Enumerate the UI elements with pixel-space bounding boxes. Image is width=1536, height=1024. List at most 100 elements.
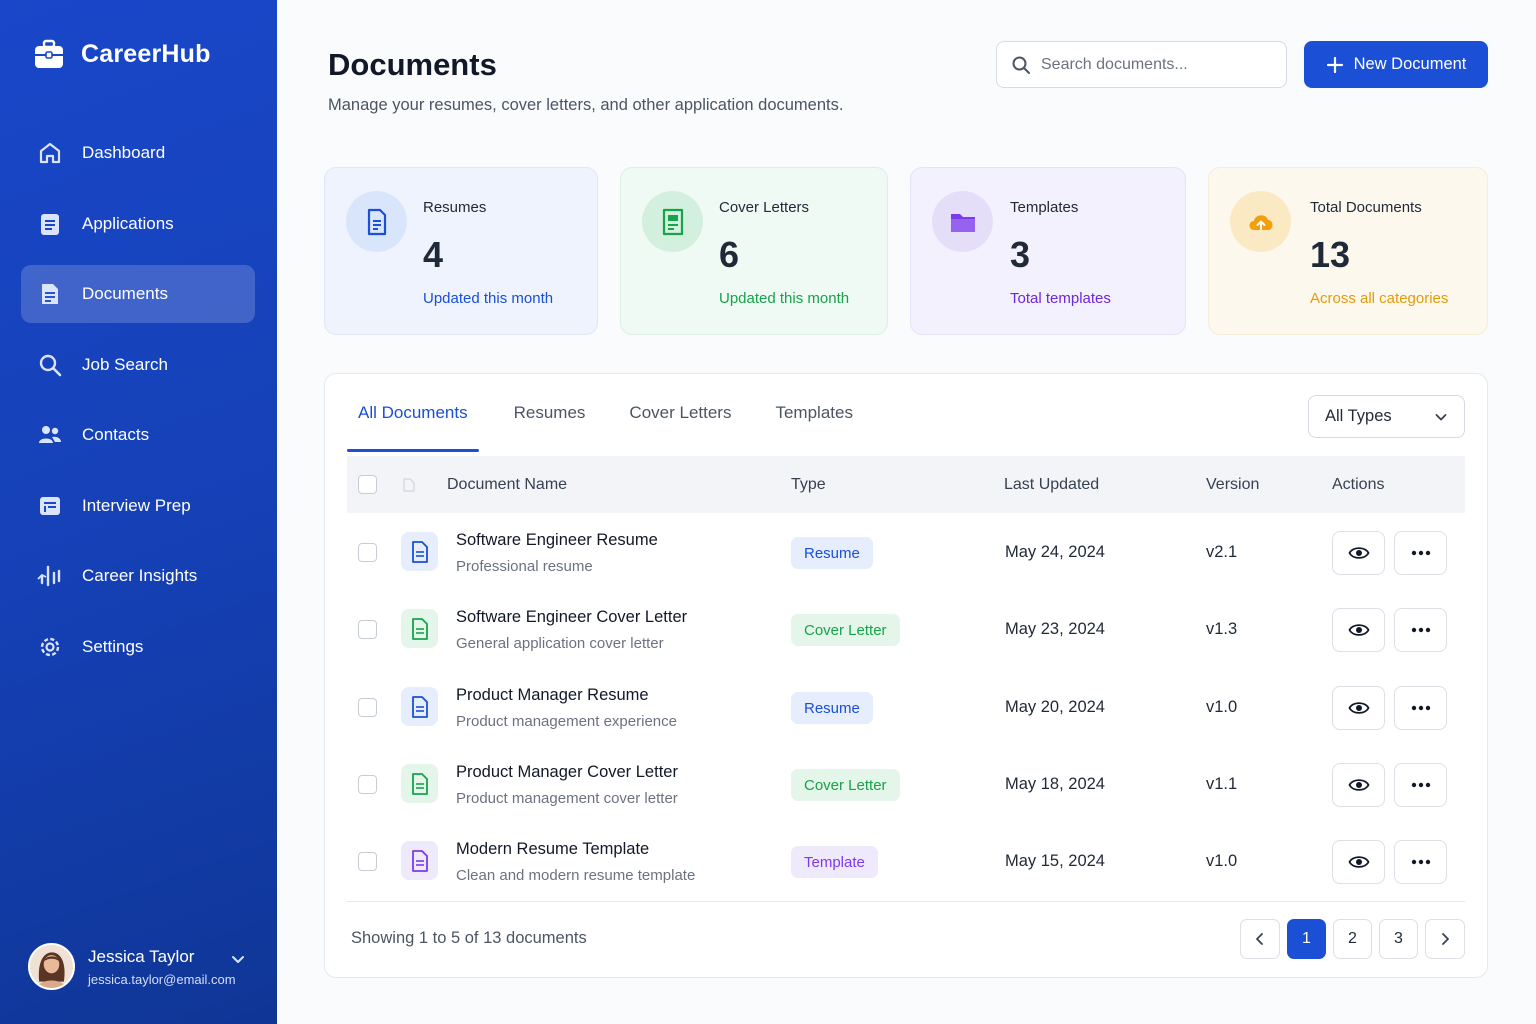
more-actions-button[interactable] [1394,608,1447,652]
type-filter-select[interactable]: All Types [1308,395,1465,438]
more-horizontal-icon [1411,550,1430,556]
stat-card-templates[interactable]: Templates 3 Total templates [910,167,1186,335]
sidebar-item-documents[interactable]: Documents [21,265,255,323]
column-header-version[interactable]: Version [1206,476,1259,494]
sidebar-item-label: Applications [82,213,174,233]
document-tabs: All Documents Resumes Cover Letters Temp… [347,374,897,452]
calendar-board-icon [40,496,60,515]
chevron-left-icon [1256,933,1263,945]
chevron-right-icon [1442,933,1449,945]
last-updated: May 20, 2024 [1005,698,1105,716]
more-actions-button[interactable] [1394,840,1447,884]
document-name[interactable]: Product Manager Cover Letter [456,763,678,782]
user-email: jessica.taylor@email.com [88,971,236,987]
column-header-name[interactable]: Document Name [447,476,567,494]
column-header-type[interactable]: Type [791,476,826,494]
stat-value: 4 [423,234,444,275]
stat-card-resumes[interactable]: Resumes 4 Updated this month [324,167,598,335]
new-document-button[interactable]: New Document [1304,41,1488,88]
column-header-last-updated[interactable]: Last Updated [1004,476,1099,494]
view-button[interactable] [1332,531,1385,575]
briefcase-icon [35,39,63,68]
tab-templates[interactable]: Templates [775,374,852,452]
stat-value: 6 [719,234,740,275]
view-button[interactable] [1332,686,1385,730]
more-actions-button[interactable] [1394,686,1447,730]
last-updated: May 15, 2024 [1005,852,1105,870]
sidebar-item-interview-prep[interactable]: Interview Prep [21,477,255,535]
document-name[interactable]: Product Manager Resume [456,686,649,705]
sidebar-item-job-search[interactable]: Job Search [21,336,255,394]
search-input[interactable] [1041,55,1261,74]
brand[interactable]: CareerHub [33,38,211,70]
search-box[interactable] [996,41,1287,88]
table-row[interactable]: Product Manager Cover Letter Product man… [347,746,1465,823]
tab-all-documents[interactable]: All Documents [347,374,479,452]
pagination-next-button[interactable] [1425,919,1465,959]
document-description: Clean and modern resume template [456,867,696,884]
sidebar-item-contacts[interactable]: Contacts [21,406,255,464]
document-name[interactable]: Modern Resume Template [456,840,649,859]
pagination-page-2[interactable]: 2 [1333,919,1372,959]
stat-label: Resumes [423,199,487,216]
sidebar-item-label: Settings [82,636,144,656]
stat-value: 3 [1010,234,1031,275]
sidebar-item-career-insights[interactable]: Career Insights [21,547,255,605]
row-checkbox[interactable] [358,698,377,717]
table-row[interactable]: Software Engineer Cover Letter General a… [347,591,1465,668]
view-button[interactable] [1332,763,1385,807]
document-description: Product management cover letter [456,790,678,807]
home-icon [39,142,61,164]
stat-card-total-documents[interactable]: Total Documents 13 Across all categories [1208,167,1488,335]
pagination-prev-button[interactable] [1240,919,1280,959]
row-checkbox[interactable] [358,852,377,871]
eye-icon [1347,702,1370,714]
sidebar-item-label: Dashboard [82,143,166,162]
stat-card-cover-letters[interactable]: Cover Letters 6 Updated this month [620,167,888,335]
version: v1.0 [1206,852,1238,870]
insights-icon [37,565,61,587]
row-checkbox[interactable] [358,620,377,639]
view-button[interactable] [1332,840,1385,884]
last-updated: May 23, 2024 [1005,620,1105,638]
sidebar-item-settings[interactable]: Settings [21,618,255,676]
pagination-page-3[interactable]: 3 [1379,919,1418,959]
sidebar-item-label: Documents [82,284,168,303]
select-all-checkbox[interactable] [358,475,377,494]
user-profile[interactable]: Jessica Taylor jessica.taylor@email.com [28,943,258,990]
stat-label: Cover Letters [719,199,810,216]
table-row[interactable]: Modern Resume Template Clean and modern … [347,823,1465,900]
document-icon [42,284,58,304]
sidebar-item-applications[interactable]: Applications [21,195,255,253]
sidebar-item-dashboard[interactable]: Dashboard [21,124,255,182]
tab-resumes[interactable]: Resumes [514,374,586,452]
more-actions-button[interactable] [1394,531,1447,575]
sidebar-item-label: Job Search [82,354,168,374]
chevron-down-icon[interactable] [230,951,246,967]
version: v2.1 [1206,543,1238,561]
template-file-icon [411,849,428,872]
type-badge: Resume [791,692,873,724]
sidebar-nav: Dashboard Applications Documents Job Sea… [21,124,255,688]
chevron-down-icon [1435,413,1447,420]
stat-note: Updated this month [423,290,554,307]
document-description: Professional resume [456,558,593,575]
table-row[interactable]: Software Engineer Resume Professional re… [347,514,1465,591]
new-document-label: New Document [1353,55,1467,73]
stat-icon-bg [932,191,993,252]
cover-letter-file-icon [662,208,683,235]
cover-letter-file-icon [411,617,428,640]
pagination-page-1[interactable]: 1 [1287,919,1326,959]
table-row[interactable]: Product Manager Resume Product managemen… [347,669,1465,746]
user-info: Jessica Taylor jessica.taylor@email.com [88,947,236,987]
sidebar-item-label: Career Insights [82,566,198,585]
view-button[interactable] [1332,608,1385,652]
row-checkbox[interactable] [358,543,377,562]
row-checkbox[interactable] [358,775,377,794]
more-actions-button[interactable] [1394,763,1447,807]
document-name[interactable]: Software Engineer Resume [456,531,658,550]
tab-cover-letters[interactable]: Cover Letters [629,374,731,452]
file-icon-bg [401,687,438,726]
document-name[interactable]: Software Engineer Cover Letter [456,608,687,627]
type-badge: Template [791,846,878,878]
